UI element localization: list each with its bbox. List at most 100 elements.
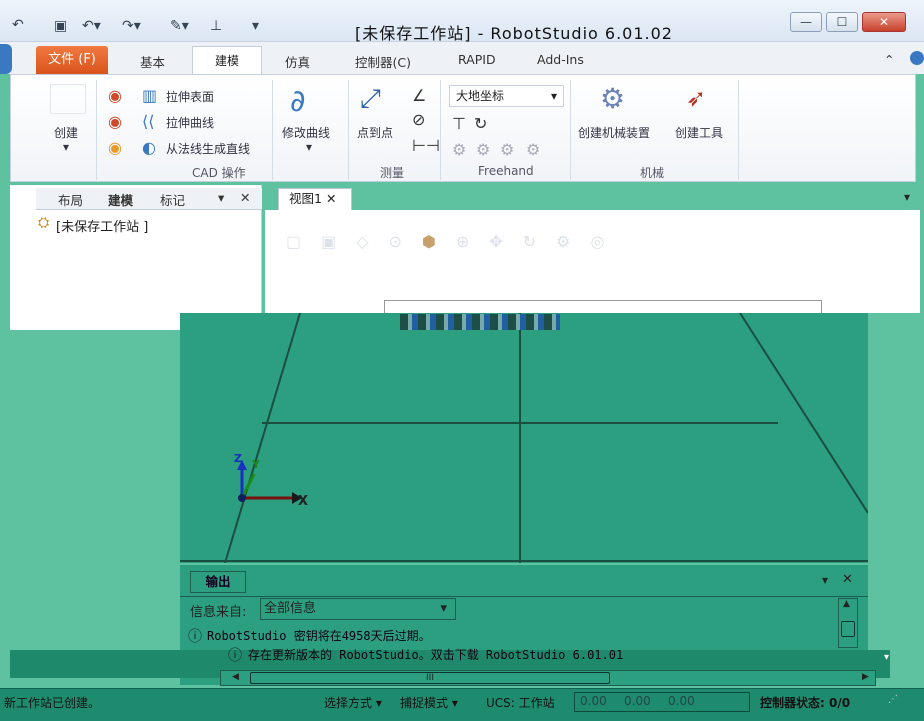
controller-status: 控制器状态: 0/0 <box>760 696 851 710</box>
modify-curve-dropdown-icon[interactable]: ▾ <box>306 140 312 154</box>
view-menu-icon[interactable]: ▾ <box>904 190 910 204</box>
app-menu-icon[interactable]: ↶ <box>12 17 24 33</box>
extrude-surface-icon: ▥ <box>142 86 158 105</box>
multi-robot-jog-icon[interactable]: ⚙ <box>526 140 540 159</box>
info-icon: ⓘ <box>188 629 202 645</box>
output-message[interactable]: 存在更新版本的 RobotStudio。双击下载 RobotStudio 6.0… <box>248 646 623 663</box>
view-close-icon[interactable]: ✕ <box>326 191 336 206</box>
panel-close-icon[interactable]: ✕ <box>240 190 250 205</box>
maximize-button[interactable]: ☐ <box>826 12 858 32</box>
jog-reorient-icon[interactable]: ⚙ <box>500 140 514 159</box>
reference-frame-select[interactable]: 大地坐标 ▾ <box>449 85 564 107</box>
tab-home[interactable]: 基本 <box>140 52 165 71</box>
point-to-point-icon: ⤢ <box>360 84 381 114</box>
tab-simulation[interactable]: 仿真 <box>285 52 310 71</box>
window-title: [未保存工作站] - RobotStudio 6.01.02 <box>355 24 673 43</box>
subtract-icon[interactable]: ◉ <box>108 112 122 131</box>
create-icon[interactable] <box>50 84 86 114</box>
tint-overlay-right <box>868 313 924 688</box>
ribbon-collapse-icon[interactable]: ⌃ <box>884 52 894 67</box>
create-mechanism-icon: ⚙ <box>600 82 626 115</box>
panel-tab-layout[interactable]: 布局 <box>58 190 83 209</box>
filter-value: 全部信息 <box>264 601 317 616</box>
extrude-curve-button[interactable]: 拉伸曲线 <box>166 114 214 131</box>
extrude-surface-button[interactable]: 拉伸表面 <box>166 88 214 105</box>
panel-menu-icon[interactable]: ▾ <box>218 190 224 205</box>
diameter-icon[interactable]: ⊘ <box>412 110 425 129</box>
filter-label: 信息来自: <box>190 605 247 620</box>
panel-tab-tags[interactable]: 标记 <box>160 190 185 209</box>
glitch-strip <box>400 314 560 330</box>
save-icon[interactable]: ▣ <box>54 18 67 34</box>
union-icon[interactable]: ◉ <box>108 138 122 157</box>
tint-overlay <box>0 330 180 688</box>
group-mechanism-label: 机械 <box>640 166 665 180</box>
create-tool-button[interactable]: 创建工具 <box>675 124 723 141</box>
viewport-frame <box>384 300 822 314</box>
create-button[interactable]: 创建 <box>54 124 78 141</box>
view-toolbar: ▢ ▣ ◇ ⊙ ⬢ ⊕ ✥ ↻ ⚙ ◎ <box>286 232 886 254</box>
rotate-view-icon[interactable]: ↻ <box>523 232 536 254</box>
scroll-down-icon[interactable]: ▾ <box>884 652 889 663</box>
settings-icon[interactable]: ⚙ <box>556 232 570 254</box>
panel-tab-modeling[interactable]: 建模 <box>108 190 133 209</box>
zoom-icon[interactable]: ⊕ <box>456 232 469 254</box>
scroll-up-icon[interactable]: ▲ <box>843 599 850 609</box>
jog-linear-icon[interactable]: ⚙ <box>476 140 490 159</box>
pencil-icon[interactable]: ✎▾ <box>170 18 189 34</box>
output-close-icon[interactable]: ✕ <box>842 572 853 587</box>
measure-view-icon[interactable]: ◇ <box>356 232 368 254</box>
station-icon: ⛭ <box>38 215 50 231</box>
extrude-curve-icon: ⟨⟨ <box>142 112 155 131</box>
hscroll-thumb[interactable]: III <box>250 672 610 684</box>
scroll-right-icon[interactable]: ▶ <box>862 672 869 682</box>
rotate-icon[interactable]: ↻ <box>474 114 487 133</box>
tab-rapid[interactable]: RAPID <box>458 52 496 67</box>
create-dropdown-icon[interactable]: ▾ <box>63 140 69 154</box>
help-icon[interactable] <box>910 51 924 65</box>
close-button[interactable]: ✕ <box>862 12 906 32</box>
side-nav-handle[interactable] <box>0 44 12 74</box>
jog-joint-icon[interactable]: ⚙ <box>452 140 466 159</box>
customize-quick-access-icon[interactable]: ▾ <box>252 18 259 34</box>
scroll-left-icon[interactable]: ◀ <box>232 672 239 682</box>
frame-icon[interactable]: ⊥ <box>210 18 222 34</box>
coord-z: 0.00 <box>668 694 695 708</box>
angle-icon[interactable]: ∠ <box>412 86 426 105</box>
tab-modeling[interactable]: 建模 <box>192 46 262 75</box>
filter-select[interactable]: 全部信息 ▾ <box>260 598 456 620</box>
viewport-3d[interactable] <box>180 313 868 563</box>
intersect-icon[interactable]: ◉ <box>108 86 122 105</box>
object-icon[interactable]: ⬢ <box>422 232 436 254</box>
tab-view1[interactable]: 视图1 ✕ <box>278 188 352 210</box>
group-freehand-label: Freehand <box>478 164 534 178</box>
tab-output[interactable]: 输出 <box>190 571 246 593</box>
output-menu-icon[interactable]: ▾ <box>822 573 828 587</box>
min-distance-icon[interactable]: ⊢⊣ <box>412 136 440 155</box>
undo-icon[interactable]: ↶▾ <box>82 18 101 34</box>
ucs-button[interactable]: UCS: 工作站 <box>486 694 555 711</box>
minimize-button[interactable]: — <box>790 12 822 32</box>
tab-addins[interactable]: Add-Ins <box>537 52 584 67</box>
create-mechanism-button[interactable]: 创建机械装置 <box>578 124 650 141</box>
pan-icon[interactable]: ✥ <box>489 232 502 254</box>
output-message[interactable]: RobotStudio 密钥将在4958天后过期。 <box>207 627 431 644</box>
snap-mode-button[interactable]: 捕捉模式 ▾ <box>400 694 458 711</box>
target-icon[interactable]: ◎ <box>591 232 605 254</box>
view-tab-label: 视图1 <box>289 191 322 206</box>
tab-file[interactable]: 文件 (F) <box>36 46 108 74</box>
normal-line-icon: ◐ <box>142 138 156 157</box>
view-all-icon[interactable]: ⊙ <box>389 232 402 254</box>
scroll-thumb[interactable] <box>841 621 855 637</box>
tree-item-station[interactable]: [未保存工作站 ] <box>56 216 148 235</box>
resize-grip-icon[interactable]: ⋰ <box>888 694 898 705</box>
point-to-point-button[interactable]: 点到点 <box>357 124 393 141</box>
modify-curve-button[interactable]: 修改曲线 <box>282 124 330 141</box>
select-mode-button[interactable]: 选择方式 ▾ <box>324 694 382 711</box>
redo-icon[interactable]: ↷▾ <box>122 18 141 34</box>
snap-icon[interactable]: ▣ <box>321 232 336 254</box>
tab-controller[interactable]: 控制器(C) <box>355 52 411 71</box>
line-from-normal-button[interactable]: 从法线生成直线 <box>166 140 250 157</box>
move-icon[interactable]: ⊤ <box>452 114 466 133</box>
select-icon[interactable]: ▢ <box>286 232 301 254</box>
